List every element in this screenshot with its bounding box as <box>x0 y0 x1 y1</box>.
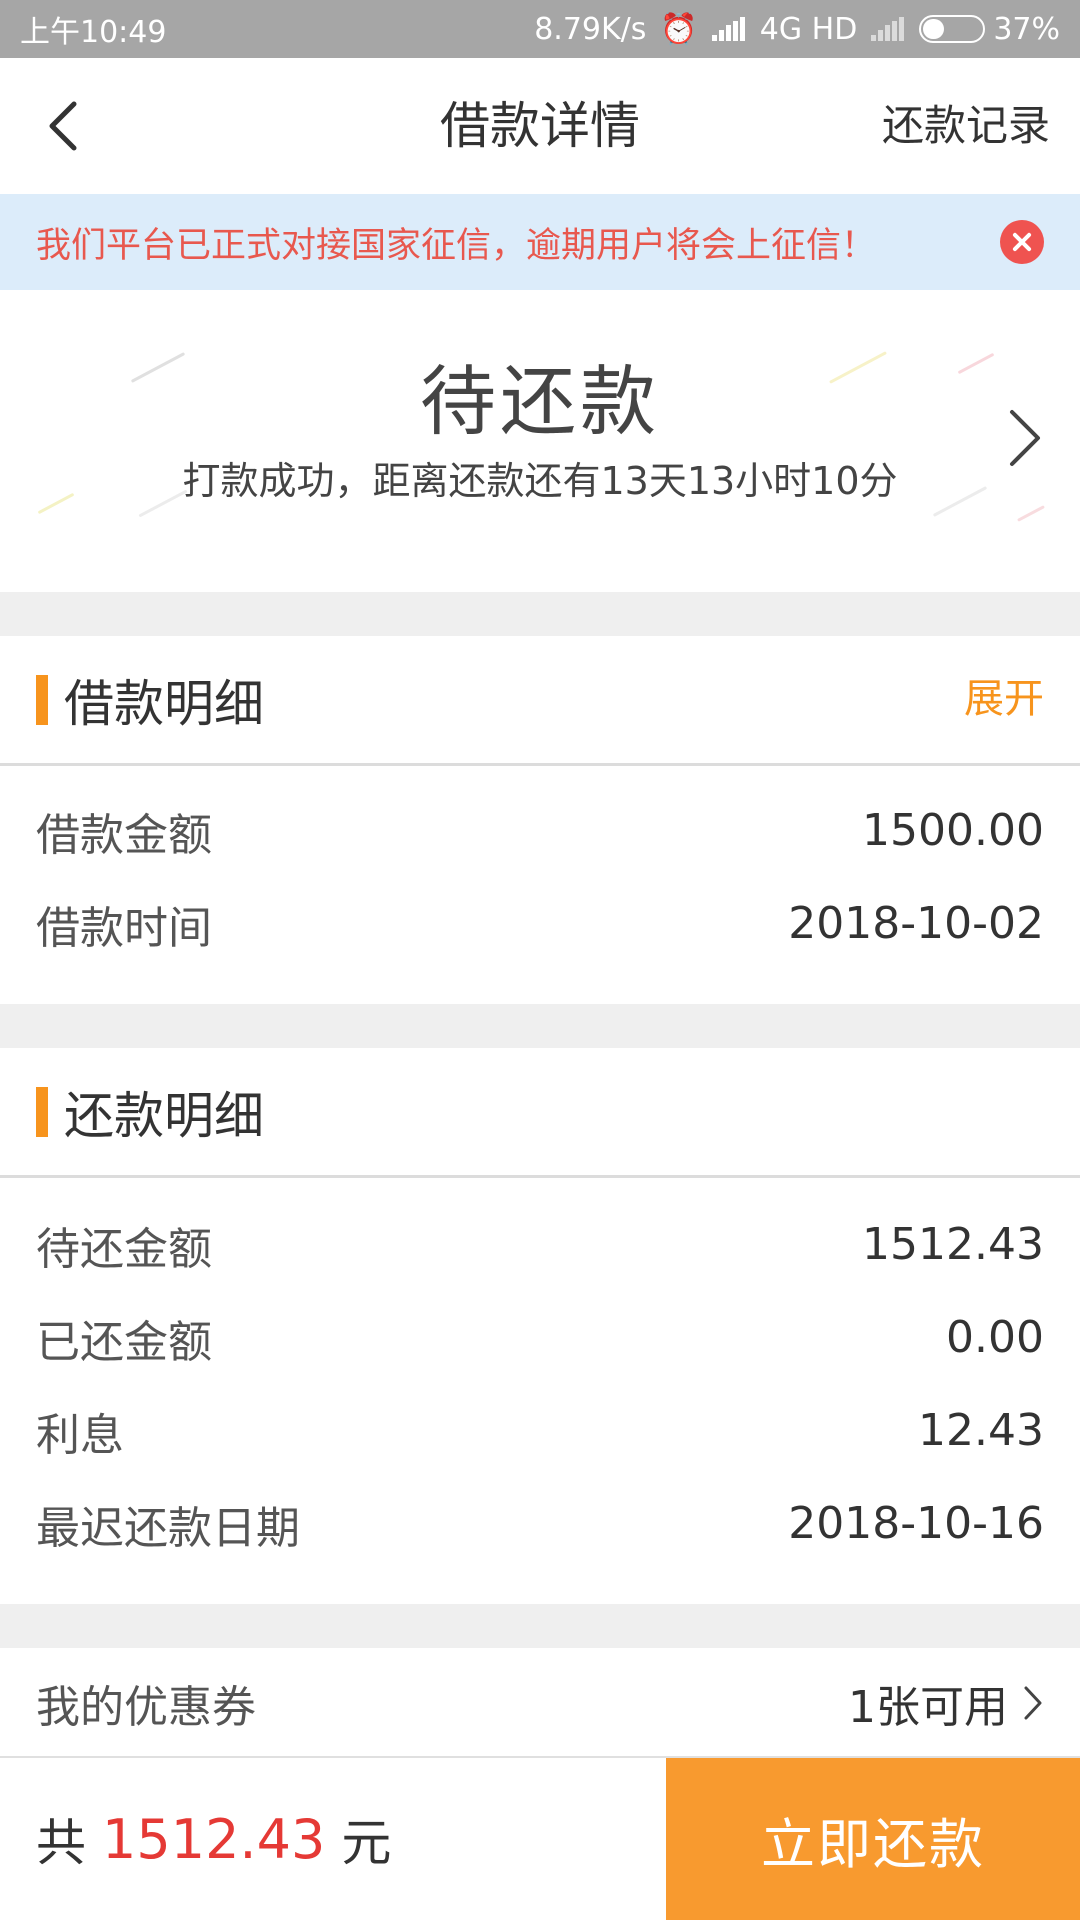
battery: 37% <box>919 12 1060 47</box>
coupon-label: 我的优惠券 <box>36 1682 256 1733</box>
loan-details-header: 借款明细 展开 <box>0 636 1080 766</box>
total-unit: 元 <box>341 1814 392 1872</box>
notice-text: 我们平台已正式对接国家征信，逾期用户将会上征信！ <box>36 225 877 266</box>
row-label: 借款时间 <box>36 902 212 954</box>
status-bar: 上午10:49 8.79K/s ⏰ 4G HD 37% <box>0 0 1080 58</box>
nav-bar: 借款详情 还款记录 <box>0 58 1080 194</box>
expand-toggle[interactable]: 展开 <box>964 666 1044 724</box>
alarm-icon: ⏰ <box>660 11 698 47</box>
row-value: 12.43 <box>918 1405 1044 1456</box>
loan-state-title: 待还款 <box>420 357 660 446</box>
battery-percent: 37% <box>993 11 1060 47</box>
loan-details-section: 借款明细 展开 借款金额 1500.00 借款时间 2018-10-02 <box>0 636 1080 1004</box>
loan-details-rows: 借款金额 1500.00 借款时间 2018-10-02 <box>0 766 1080 970</box>
repayment-details-rows: 待还金额 1512.43 已还金额 0.00 利息 12.43 最迟还款日期 2… <box>0 1178 1080 1570</box>
detail-row: 借款金额 1500.00 <box>0 784 1080 877</box>
row-value: 0.00 <box>946 1312 1044 1363</box>
bottom-pay-bar: 共 1512.43 元 立即还款 <box>0 1756 1080 1920</box>
row-value: 2018-10-16 <box>788 1498 1044 1549</box>
status-right: 8.79K/s ⏰ 4G HD 37% <box>534 12 1060 47</box>
detail-row: 借款时间 2018-10-02 <box>0 877 1080 970</box>
repay-now-button[interactable]: 立即还款 <box>666 1758 1080 1920</box>
credit-notice-banner: 我们平台已正式对接国家征信，逾期用户将会上征信！ <box>0 194 1080 290</box>
row-label: 利息 <box>36 1409 124 1461</box>
total-amount-value: 1512.43 <box>102 1807 326 1871</box>
status-time: 上午10:49 <box>20 15 167 50</box>
decoration-stroke <box>1017 505 1045 522</box>
coupon-value: 1张可用 <box>848 1682 1008 1733</box>
row-value: 1500.00 <box>862 805 1044 856</box>
section-accent-bar <box>36 674 48 725</box>
detail-row: 已还金额 0.00 <box>0 1291 1080 1384</box>
battery-icon <box>919 15 986 43</box>
network-type: 4G HD <box>759 11 858 47</box>
signal-icon <box>711 17 746 41</box>
loan-state-subtitle: 打款成功，距离还款还有13天13小时10分 <box>182 459 898 503</box>
row-value: 1512.43 <box>862 1219 1044 1270</box>
repayment-details-section: 还款明细 待还金额 1512.43 已还金额 0.00 利息 12.43 最迟还… <box>0 1048 1080 1604</box>
signal-icon-secondary <box>871 17 905 41</box>
row-label: 待还金额 <box>36 1223 212 1275</box>
repayment-details-header: 还款明细 <box>0 1048 1080 1178</box>
row-label: 最迟还款日期 <box>36 1502 300 1554</box>
section-title: 还款明细 <box>64 1086 264 1145</box>
total-amount: 共 1512.43 元 <box>0 1758 666 1920</box>
close-icon[interactable] <box>1000 220 1044 264</box>
detail-row: 利息 12.43 <box>0 1384 1080 1477</box>
row-label: 已还金额 <box>36 1316 212 1368</box>
coupon-value-wrap: 1张可用 <box>848 1671 1044 1735</box>
section-accent-bar <box>36 1086 48 1137</box>
row-label: 借款金额 <box>36 809 212 861</box>
chevron-right-icon <box>1010 410 1040 466</box>
network-speed: 8.79K/s <box>534 11 647 47</box>
chevron-right-icon <box>1024 1686 1042 1720</box>
row-value: 2018-10-02 <box>788 898 1044 949</box>
loan-status-card[interactable]: 待还款 打款成功，距离还款还有13天13小时10分 <box>0 290 1080 592</box>
coupon-row[interactable]: 我的优惠券 1张可用 <box>0 1648 1080 1758</box>
section-title: 借款明细 <box>64 674 264 733</box>
repayment-record-link[interactable]: 还款记录 <box>882 58 1050 194</box>
detail-row: 待还金额 1512.43 <box>0 1198 1080 1291</box>
detail-row: 最迟还款日期 2018-10-16 <box>0 1477 1080 1570</box>
total-prefix: 共 <box>36 1814 86 1872</box>
